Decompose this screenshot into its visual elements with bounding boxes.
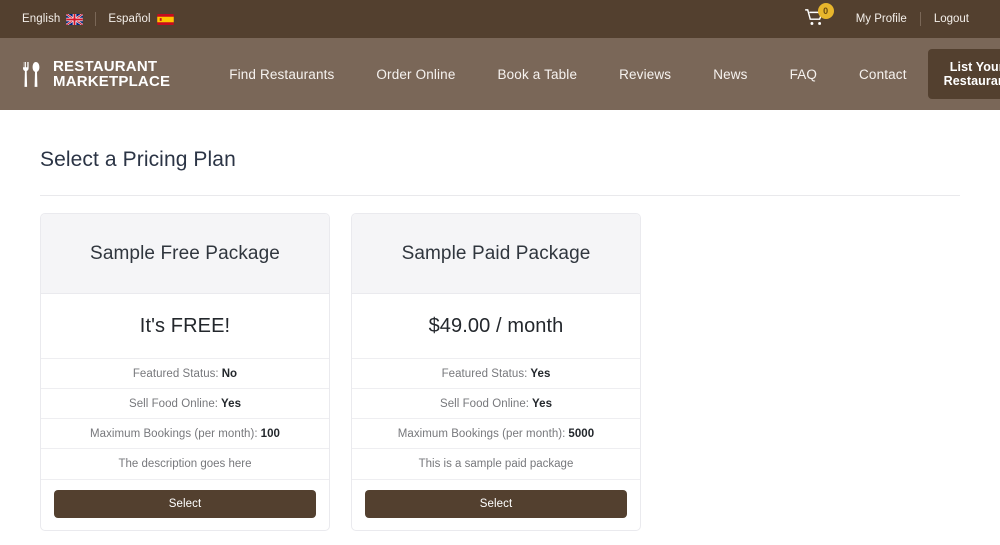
plan-name: Sample Paid Package bbox=[352, 214, 640, 294]
plan-footer: Select bbox=[41, 480, 329, 530]
page-content: Select a Pricing Plan Sample Free Packag… bbox=[0, 148, 1000, 531]
fork-and-spoon-icon bbox=[22, 61, 44, 88]
feature-value: No bbox=[221, 367, 238, 380]
logo-line-2: MARKETPLACE bbox=[53, 73, 171, 90]
nav-link-faq[interactable]: FAQ bbox=[769, 67, 838, 82]
plan-description: This is a sample paid package bbox=[352, 449, 640, 480]
plan-feature-row: Featured Status: Yes bbox=[352, 359, 640, 389]
feature-value: 100 bbox=[260, 427, 280, 440]
plan-footer: Select bbox=[352, 480, 640, 530]
cart-count-badge: 0 bbox=[817, 3, 834, 19]
feature-label: Featured Status: bbox=[132, 367, 219, 380]
plan-price: $49.00 / month bbox=[352, 294, 640, 359]
select-plan-button[interactable]: Select bbox=[365, 490, 627, 518]
feature-value: 5000 bbox=[568, 427, 595, 440]
plan-feature-row: Sell Food Online: Yes bbox=[352, 389, 640, 419]
nav-link-find-restaurants[interactable]: Find Restaurants bbox=[208, 67, 355, 82]
language-label-english: English bbox=[22, 13, 61, 25]
plan-description: The description goes here bbox=[41, 449, 329, 480]
logo-line-1: RESTAURANT bbox=[53, 57, 158, 75]
feature-value: Yes bbox=[221, 397, 242, 410]
language-switcher: English Español bbox=[22, 12, 186, 26]
site-logo[interactable]: RESTAURANT MARKETPLACE bbox=[22, 57, 171, 90]
top-utility-right: 0 My Profile Logout bbox=[804, 3, 982, 29]
feature-label: Maximum Bookings (per month): bbox=[90, 427, 258, 440]
feature-label: Sell Food Online: bbox=[439, 397, 530, 410]
nav-link-book-a-table[interactable]: Book a Table bbox=[477, 67, 599, 82]
plan-price: It's FREE! bbox=[41, 294, 329, 359]
plan-feature-row: Maximum Bookings (per month): 5000 bbox=[352, 419, 640, 449]
title-divider bbox=[40, 195, 960, 196]
top-utility-bar: English Español 0 My Profile Logout bbox=[0, 0, 1000, 38]
feature-label: Featured Status: bbox=[441, 367, 528, 380]
list-your-restaurant-button[interactable]: List Your Restaurant bbox=[927, 49, 1000, 99]
uk-flag-icon bbox=[66, 13, 84, 25]
plan-feature-row: Maximum Bookings (per month): 100 bbox=[41, 419, 329, 449]
feature-label: Sell Food Online: bbox=[128, 397, 219, 410]
plan-name: Sample Free Package bbox=[41, 214, 329, 294]
language-link-espanol[interactable]: Español bbox=[108, 13, 185, 25]
feature-value: Yes bbox=[530, 367, 551, 380]
nav-link-reviews[interactable]: Reviews bbox=[598, 67, 692, 82]
site-logo-text: RESTAURANT MARKETPLACE bbox=[53, 57, 171, 90]
feature-label: Maximum Bookings (per month): bbox=[397, 427, 566, 440]
nav-link-order-online[interactable]: Order Online bbox=[355, 67, 476, 82]
feature-value: Yes bbox=[532, 397, 553, 410]
language-separator bbox=[95, 12, 97, 26]
plan-feature-row: Featured Status: No bbox=[41, 359, 329, 389]
nav-link-contact[interactable]: Contact bbox=[838, 67, 928, 82]
cart-button[interactable]: 0 bbox=[804, 3, 834, 29]
logout-link[interactable]: Logout bbox=[921, 13, 982, 25]
language-label-espanol: Español bbox=[108, 13, 151, 25]
my-profile-link[interactable]: My Profile bbox=[843, 13, 920, 25]
pricing-card-free: Sample Free Package It's FREE! Featured … bbox=[40, 213, 330, 531]
pricing-card-paid: Sample Paid Package $49.00 / month Featu… bbox=[351, 213, 641, 531]
spain-flag-icon bbox=[156, 13, 174, 25]
nav-links: Find Restaurants Order Online Book a Tab… bbox=[208, 67, 927, 82]
plan-feature-row: Sell Food Online: Yes bbox=[41, 389, 329, 419]
language-link-english[interactable]: English bbox=[22, 13, 95, 25]
page-title: Select a Pricing Plan bbox=[40, 148, 236, 171]
main-navigation-bar: RESTAURANT MARKETPLACE Find Restaurants … bbox=[0, 38, 1000, 110]
select-plan-button[interactable]: Select bbox=[54, 490, 316, 518]
nav-link-news[interactable]: News bbox=[692, 67, 768, 82]
pricing-plan-list: Sample Free Package It's FREE! Featured … bbox=[40, 213, 960, 531]
